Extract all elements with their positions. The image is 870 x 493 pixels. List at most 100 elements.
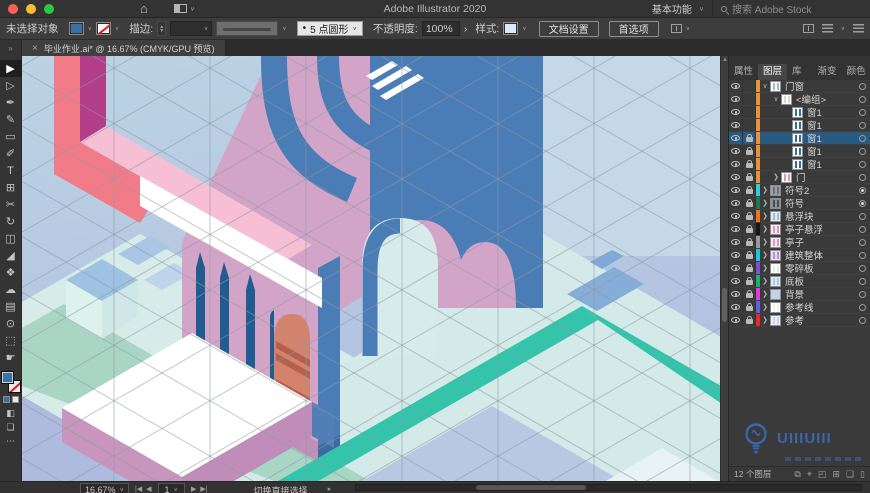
document-setup-button[interactable]: 文档设置 [538,20,599,37]
horizontal-scrollbar[interactable] [355,484,862,491]
zoom-level-dropdown[interactable]: 16.67% ∨ [80,483,129,493]
make-mask-icon[interactable]: ◰ [818,469,827,480]
expand-caret-icon[interactable]: ❯ [760,238,770,246]
layer-thumbnail[interactable] [770,210,781,222]
document-tab[interactable]: × 毕业作业.ai* @ 16.67% (CMYK/GPU 预览) [22,40,226,56]
tool-hand-tool[interactable]: ☛ [0,349,22,366]
layer-target-icon[interactable] [859,303,866,311]
status-field-arrow-icon[interactable]: ▸ [328,485,332,493]
edit-toolbar-icon[interactable]: ⋯ [0,434,22,448]
layer-target-icon[interactable] [859,225,866,233]
chevron-down-icon[interactable]: ∨ [115,25,119,31]
layer-target-icon[interactable] [859,173,866,181]
lock-toggle-empty[interactable] [743,80,756,92]
expand-caret-icon[interactable]: ❯ [760,199,770,207]
visibility-eye-icon[interactable] [729,249,743,261]
visibility-eye-icon[interactable] [729,288,743,300]
tool-symbol-sprayer-tool[interactable]: ☁ [0,281,22,298]
tool-curvature-tool[interactable]: ✎ [0,111,22,128]
close-window-button[interactable] [8,3,18,14]
panel-tab-渐变[interactable]: 渐变 [813,64,842,80]
layer-name[interactable]: 亭子 [785,235,859,249]
prev-artboard-icon[interactable]: ◀ [146,485,151,493]
layer-target-icon[interactable] [859,238,866,246]
close-tab-icon[interactable]: × [32,43,38,54]
chevron-down-icon[interactable]: ∨ [522,25,526,31]
brush-definition-dropdown[interactable]: • 5 点圆形 ∨ [296,21,363,36]
zoom-window-button[interactable] [44,3,54,14]
layer-row-参考[interactable]: ❯ 参考 [729,314,870,327]
visibility-eye-icon[interactable] [729,236,743,248]
stroke-color-swatch[interactable] [95,22,111,35]
stroke-weight-stepper[interactable]: ▲ ▼ [157,21,167,36]
layer-name[interactable]: 亭子悬浮 [785,222,859,236]
layer-thumbnail[interactable] [770,314,781,326]
tool-zoom-tool[interactable]: ⊙ [0,315,22,332]
layer-name[interactable]: 门窗 [785,79,859,93]
lock-icon[interactable] [743,236,756,248]
layer-name[interactable]: 悬浮块 [785,209,859,223]
visibility-eye-icon[interactable] [729,145,743,157]
layer-target-icon[interactable] [859,147,866,155]
visibility-eye-icon[interactable] [729,275,743,287]
layer-thumbnail[interactable] [770,288,781,300]
next-artboard-icon[interactable]: ▶ [191,485,196,493]
tool-selection-tool[interactable]: ▶ [0,60,22,77]
layer-target-icon[interactable] [859,290,866,298]
layer-thumbnail[interactable] [770,301,781,313]
layer-name[interactable]: <编组> [796,92,859,106]
lock-icon[interactable] [743,197,756,209]
tool-blend-tool[interactable]: ❖ [0,264,22,281]
layer-target-icon[interactable] [859,264,866,272]
lock-icon[interactable] [743,158,756,170]
expand-caret-icon[interactable]: ❯ [760,186,770,194]
layer-name[interactable]: 参考 [785,313,859,327]
visibility-eye-icon[interactable] [729,158,743,170]
artboard-number-dropdown[interactable]: 1 ∨ [157,483,185,493]
vertical-scroll-thumb[interactable] [722,288,727,322]
layer-thumbnail[interactable] [770,80,781,92]
layer-name[interactable]: 符号 [785,196,859,210]
workspace-switcher[interactable]: 基本功能 [652,1,692,16]
visibility-eye-icon[interactable] [729,80,743,92]
tool-eyedropper-tool[interactable]: ◢ [0,247,22,264]
scroll-up-icon[interactable]: ▲ [721,56,728,65]
arrange-documents-icon[interactable] [802,24,814,33]
layout-switcher-icon[interactable] [173,4,187,13]
lock-icon[interactable] [743,288,756,300]
expand-caret-icon[interactable]: ∨ [760,82,770,90]
lock-icon[interactable] [743,145,756,157]
drawing-modes-icon[interactable]: ◧ [0,406,22,420]
tool-free-transform-tool[interactable]: ⊞ [0,179,22,196]
panel-tab-属性[interactable]: 属性 [729,64,758,80]
toolbar-fill-swatch[interactable] [0,371,14,384]
collect-for-export-icon[interactable]: ⧉ [794,469,800,480]
layer-thumbnail[interactable] [781,171,792,183]
expand-caret-icon[interactable]: ∨ [771,95,781,103]
layer-name[interactable]: 窗1 [807,118,859,132]
locate-object-icon[interactable]: ⌖ [807,469,812,480]
tool-artboard-tool[interactable]: ⬚ [0,332,22,349]
panel-tab-图层[interactable]: 图层 [758,64,788,80]
canvas[interactable]: ▲ [22,56,728,481]
visibility-eye-icon[interactable] [729,223,743,235]
stroke-weight-dropdown[interactable]: ∨ [170,21,213,36]
layer-thumbnail[interactable] [770,223,781,235]
home-icon[interactable]: ⌂ [140,2,148,15]
horizontal-scroll-thumb[interactable] [476,485,587,490]
layer-thumbnail[interactable] [792,158,803,170]
visibility-eye-icon[interactable] [729,171,743,183]
lock-icon[interactable] [743,301,756,313]
layer-thumbnail[interactable] [781,93,792,105]
expand-caret-icon[interactable]: ❯ [760,290,770,298]
visibility-eye-icon[interactable] [729,93,743,105]
tool-shape-builder-tool[interactable]: ◫ [0,230,22,247]
layer-name[interactable]: 背景 [785,287,859,301]
toolbar-collapse-icon[interactable]: » [0,40,22,56]
chevron-down-icon[interactable]: ∨ [88,25,92,31]
layer-thumbnail[interactable] [770,184,781,196]
expand-caret-icon[interactable]: ❯ [760,225,770,233]
lock-icon[interactable] [743,210,756,222]
layer-thumbnail[interactable] [770,249,781,261]
layer-target-icon[interactable] [859,134,866,142]
